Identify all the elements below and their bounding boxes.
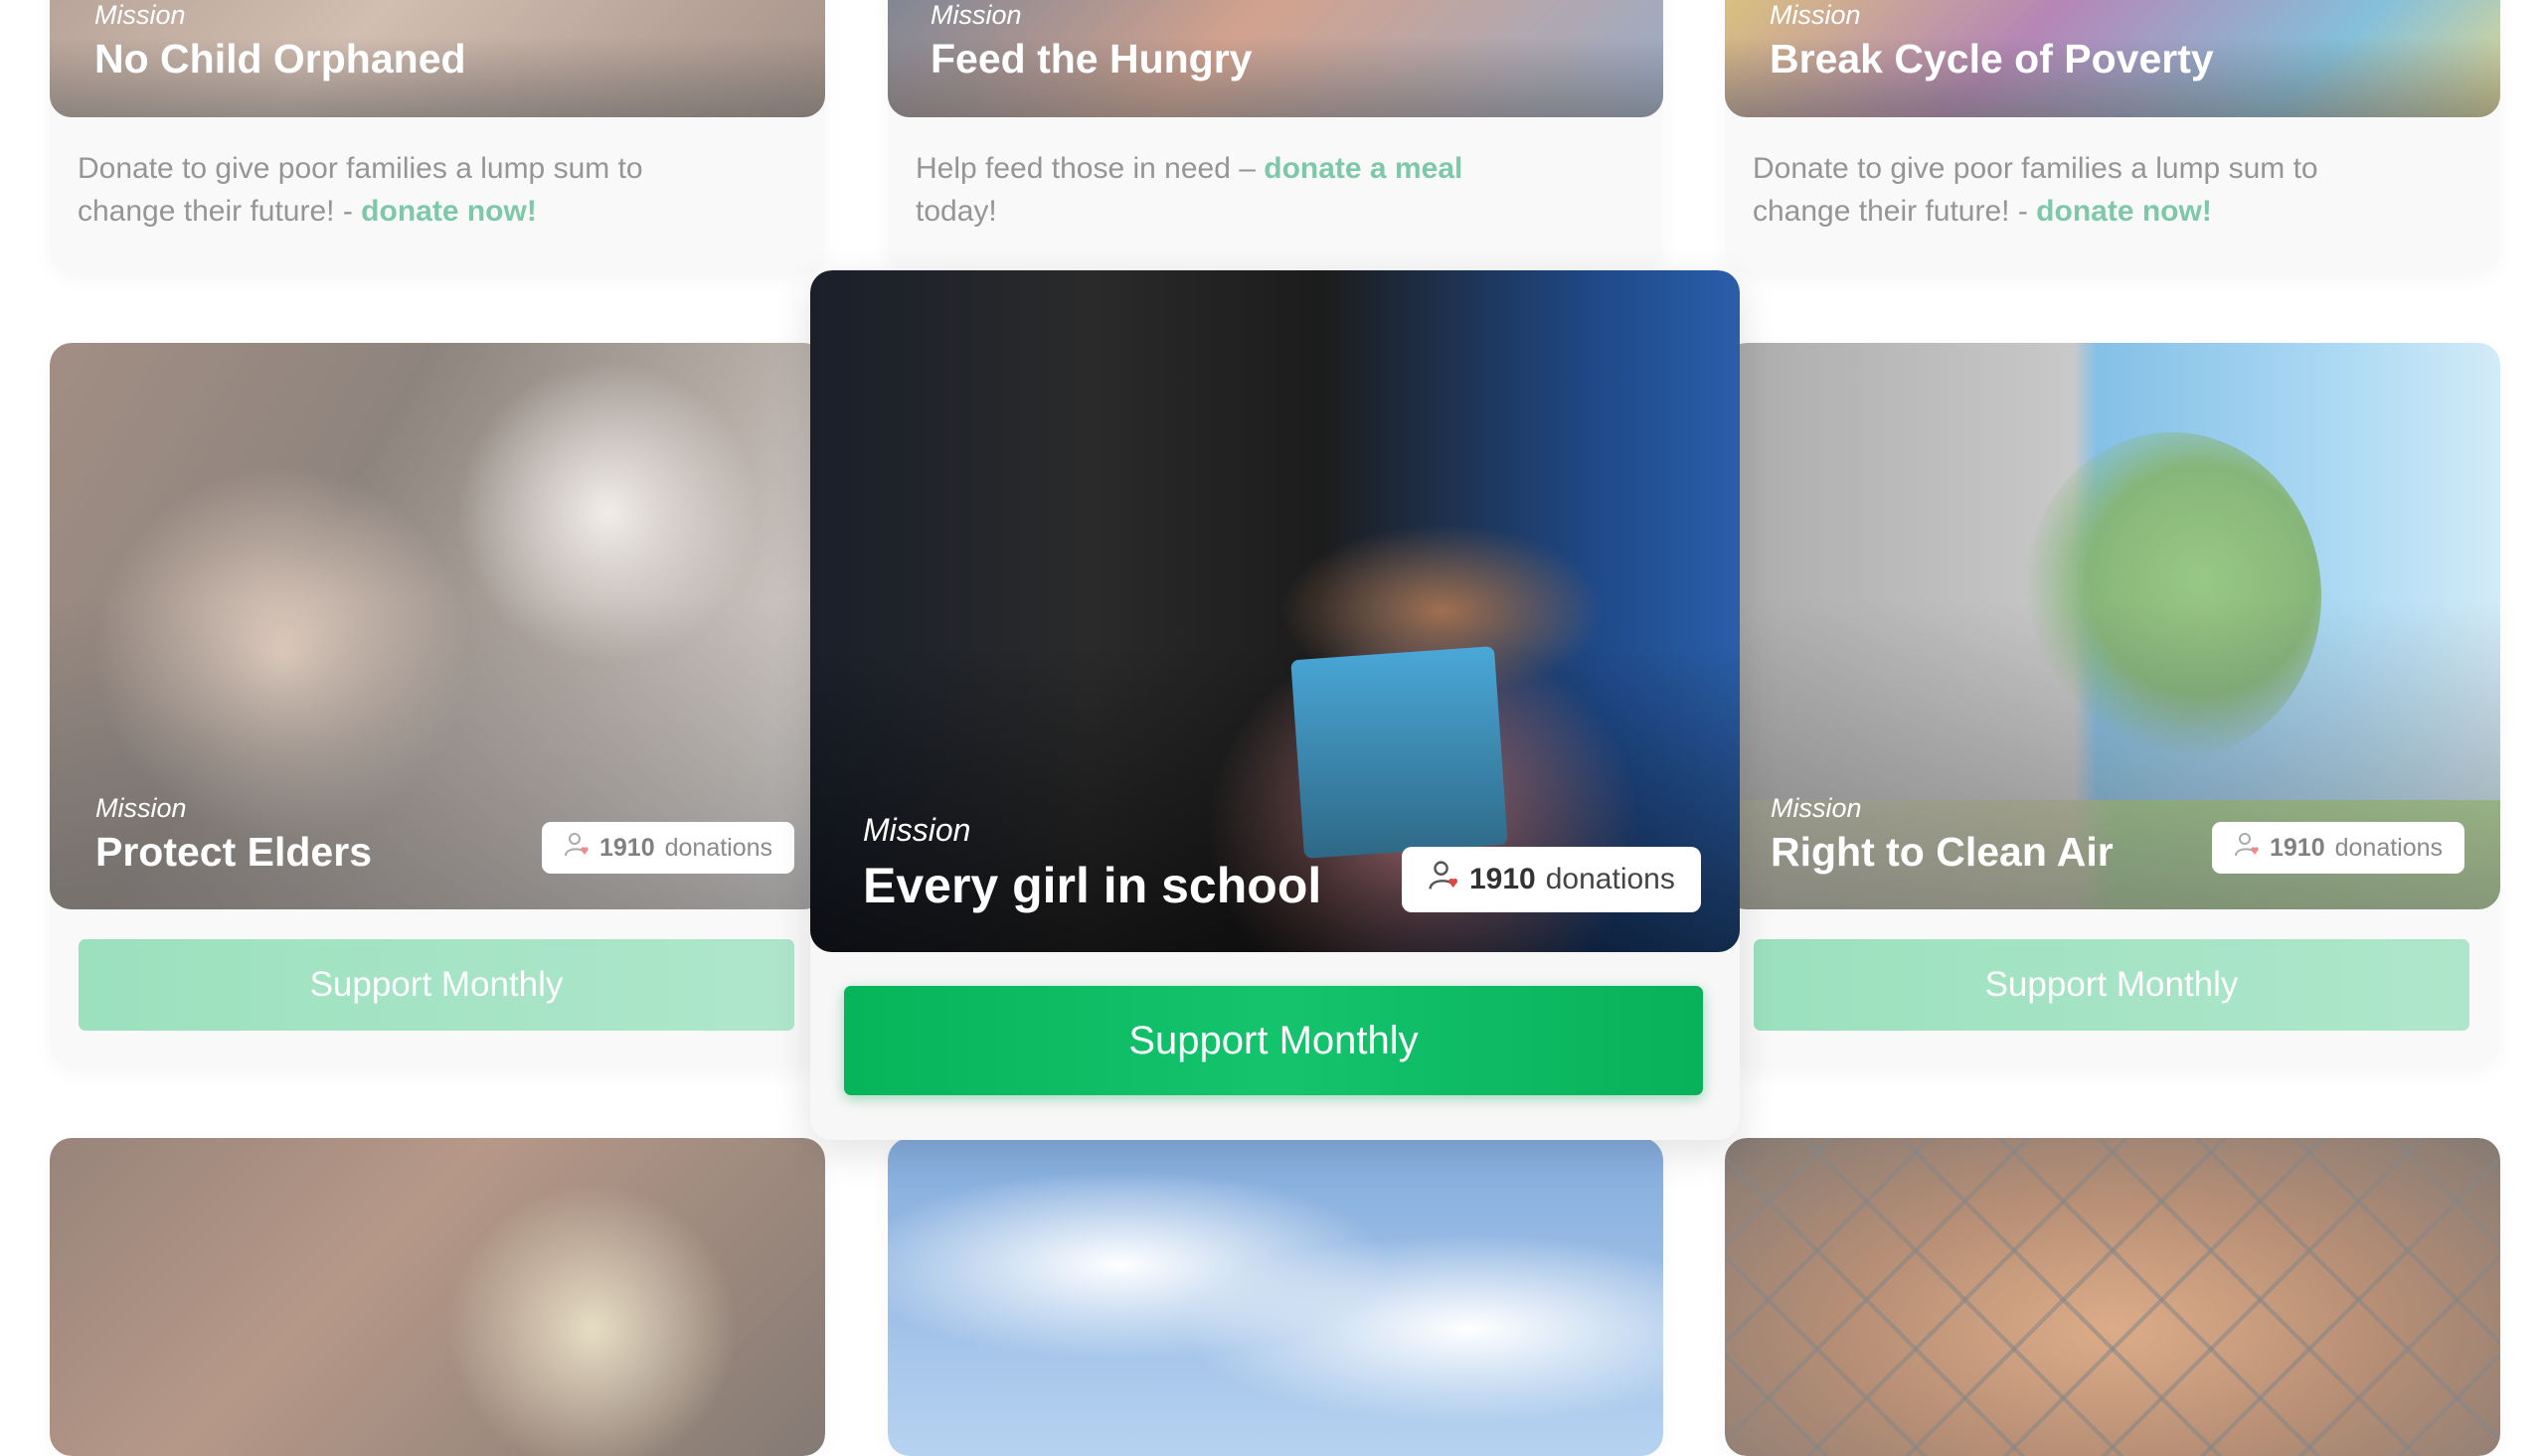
card-description: Help feed those in need – donate a meal … — [916, 152, 1463, 228]
mission-image: Mission Every girl in school 1910 donati… — [810, 270, 1740, 952]
mission-label: Mission — [1770, 0, 1861, 30]
donate-now-link[interactable]: donate now! — [2036, 195, 2212, 228]
donations-badge: 1910 donations — [2212, 822, 2465, 874]
mission-card-right-to-clean-air[interactable]: Mission Right to Clean Air 1910 donation… — [1725, 343, 2500, 1068]
mission-image: Mission Protect Elders 1910 donations — [50, 343, 825, 909]
mission-label: Mission — [94, 0, 186, 30]
person-heart-icon — [2234, 831, 2260, 866]
mission-image — [888, 1138, 1663, 1456]
mission-image: Mission No Child Orphaned — [50, 0, 825, 117]
donate-now-link[interactable]: donate now! — [361, 195, 537, 228]
card-description: Donate to give poor families a lump sum … — [78, 152, 643, 228]
donations-label: donations — [664, 833, 773, 862]
mission-image — [50, 1138, 825, 1456]
mission-card-protect-elders[interactable]: Mission Protect Elders 1910 donations Su… — [50, 343, 825, 1068]
mission-card-bottom-right[interactable] — [1725, 1138, 2500, 1456]
support-monthly-button[interactable]: Support Monthly — [1754, 939, 2469, 1031]
mission-label: Mission — [1771, 793, 1862, 823]
mission-label: Mission — [95, 793, 187, 823]
donations-label: donations — [2334, 833, 2444, 862]
card-title: Protect Elders — [95, 829, 372, 875]
donate-a-meal-link[interactable]: donate a meal — [1264, 152, 1462, 185]
donations-badge: 1910 donations — [1402, 847, 1701, 912]
donations-count: 1910 — [1469, 863, 1536, 895]
mission-image: Mission Break Cycle of Poverty — [1725, 0, 2500, 117]
person-heart-icon — [1428, 859, 1459, 900]
donations-count: 1910 — [2270, 833, 2325, 862]
mission-card-bottom-left[interactable] — [50, 1138, 825, 1456]
mission-card-break-cycle-of-poverty[interactable]: Mission Break Cycle of Poverty Donate to… — [1725, 0, 2500, 273]
mission-card-no-child-orphaned[interactable]: Mission No Child Orphaned Donate to give… — [50, 0, 825, 273]
mission-card-feed-the-hungry[interactable]: Mission Feed the Hungry Help feed those … — [888, 0, 1663, 273]
donations-label: donations — [1545, 863, 1675, 895]
person-heart-icon — [564, 831, 590, 866]
donations-badge: 1910 donations — [542, 822, 795, 874]
mission-card-bottom-center[interactable] — [888, 1138, 1663, 1456]
donations-count: 1910 — [599, 833, 655, 862]
mission-label: Mission — [931, 0, 1022, 30]
card-description: Donate to give poor families a lump sum … — [1753, 152, 2318, 228]
mission-image — [1725, 1138, 2500, 1456]
card-title: No Child Orphaned — [94, 36, 466, 81]
mission-image: Mission Feed the Hungry — [888, 0, 1663, 117]
card-title: Feed the Hungry — [931, 36, 1253, 81]
card-title: Every girl in school — [863, 858, 1322, 913]
support-monthly-button[interactable]: Support Monthly — [844, 986, 1703, 1095]
card-title: Right to Clean Air — [1771, 829, 2114, 875]
support-monthly-button[interactable]: Support Monthly — [79, 939, 794, 1031]
card-title: Break Cycle of Poverty — [1770, 36, 2214, 81]
mission-image: Mission Right to Clean Air 1910 donation… — [1725, 343, 2500, 909]
mission-card-every-girl-in-school[interactable]: Mission Every girl in school 1910 donati… — [810, 270, 1740, 1140]
mission-label: Mission — [863, 812, 971, 848]
